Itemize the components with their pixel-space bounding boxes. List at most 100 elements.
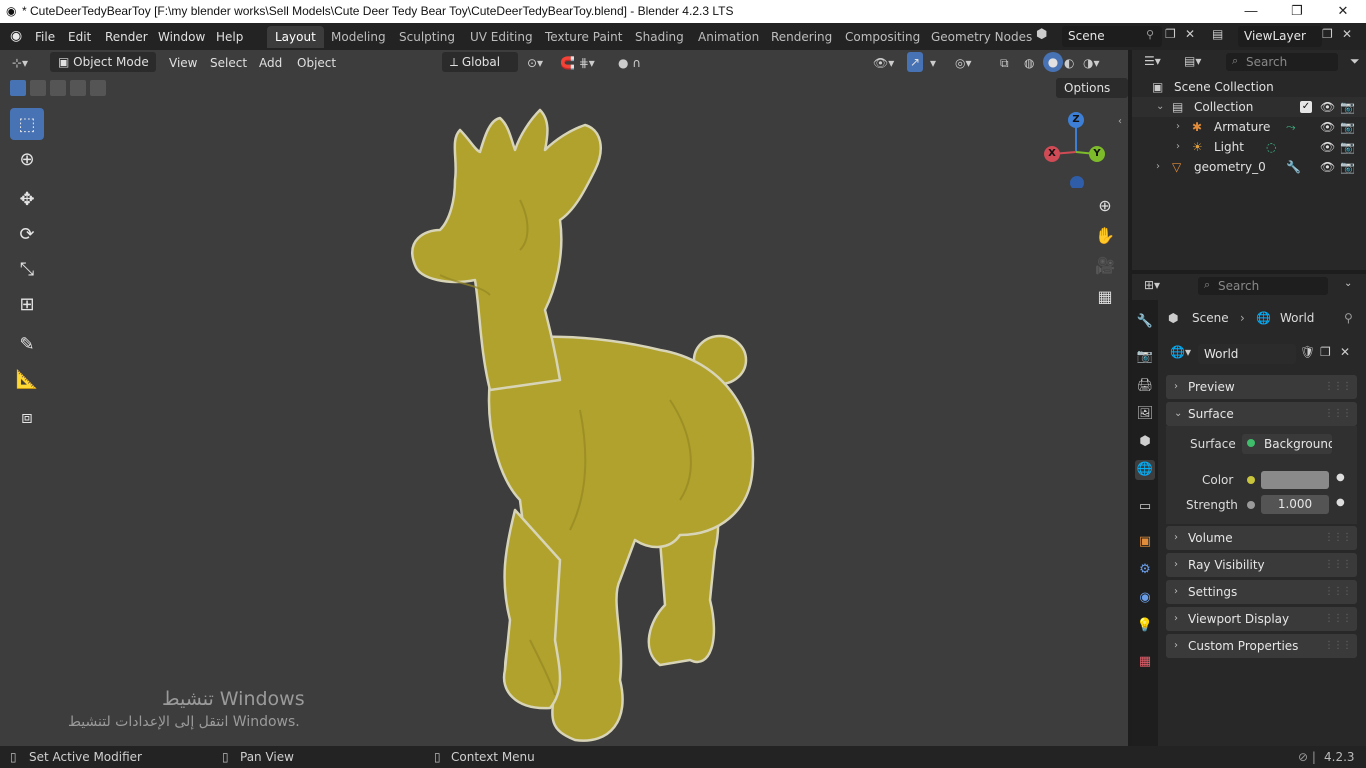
world-datablock-icon[interactable]: 🌐▾ (1170, 345, 1191, 359)
tab-rendering[interactable]: Rendering (763, 26, 840, 48)
viewlayer-selector[interactable]: ViewLayer (1238, 26, 1322, 47)
outliner-editor-icon[interactable]: ☰▾ (1144, 54, 1161, 68)
measure-tool-icon[interactable]: 📐 (10, 363, 44, 395)
panel-preview[interactable]: › Preview ⋮⋮⋮ (1166, 375, 1357, 399)
delete-scene-icon[interactable]: ✕ (1185, 27, 1195, 41)
cursor-tool-icon[interactable]: ⊕ (10, 143, 44, 175)
scale-tool-icon[interactable]: ⤡ (10, 253, 44, 285)
outliner-row-scene-collection[interactable]: ▣ Scene Collection (1132, 77, 1366, 97)
view-layer-tab-icon[interactable]: 🖼 (1135, 404, 1155, 424)
physics-tab-icon[interactable]: ◉ (1135, 588, 1155, 608)
world-name-field[interactable]: World (1198, 344, 1296, 364)
select-new-icon[interactable] (10, 80, 26, 96)
outliner-row-light[interactable]: › ☀ Light ◌ 👁 📷 (1132, 137, 1366, 157)
menu-file[interactable]: File (35, 28, 55, 46)
add-cube-tool-icon[interactable]: ⧈ (10, 401, 44, 433)
unlink-icon[interactable]: ✕ (1340, 345, 1350, 359)
scene-icon[interactable]: ⬢ (1036, 27, 1047, 42)
panel-ray-visibility[interactable]: › Ray Visibility ⋮⋮⋮ (1166, 553, 1357, 577)
outliner-row-collection[interactable]: ⌄ ▤ Collection ✓ 👁 📷 (1132, 97, 1366, 117)
pan-hand-icon[interactable]: ✋ (1091, 221, 1119, 249)
options-dropdown[interactable]: Options (1056, 78, 1129, 98)
material-shading-icon[interactable]: ◐ (1064, 54, 1074, 72)
surface-shader-field[interactable]: Background (1242, 434, 1332, 454)
overlay-icon[interactable]: ◎▾ (955, 54, 972, 72)
snap-icon[interactable]: 🧲 ⋕▾ (560, 54, 595, 72)
tab-animation[interactable]: Animation (690, 26, 767, 48)
viewlayer-icon[interactable]: ▤ (1212, 27, 1223, 41)
menu-window[interactable]: Window (158, 28, 205, 46)
3d-viewport[interactable]: ⬚ ⊕ ✥ ⟳ ⤡ ⊞ ✎ 📐 ⧈ Z X Y ⊕ ✋ 🎥 ▦ ‹ تنشيط … (0, 50, 1128, 746)
outliner-row-armature[interactable]: › ✱ Armature ⤳ 👁 📷 (1132, 117, 1366, 137)
expand-chevron-icon[interactable]: › (1176, 117, 1180, 137)
menu-render[interactable]: Render (105, 28, 148, 46)
tab-modeling[interactable]: Modeling (323, 26, 394, 48)
drag-grip-icon[interactable]: ⋮⋮⋮ (1324, 526, 1352, 550)
viewport-menu-view[interactable]: View (169, 54, 197, 72)
tab-layout[interactable]: Layout (267, 26, 324, 48)
drag-grip-icon[interactable]: ⋮⋮⋮ (1324, 580, 1352, 604)
rendered-shading-icon[interactable]: ◑▾ (1083, 54, 1100, 72)
visibility-eye-icon[interactable]: 👁 (1320, 137, 1335, 157)
object-tab-icon[interactable]: ▣ (1135, 532, 1155, 552)
modifier-wrench-icon[interactable]: 🔧 (1286, 157, 1301, 177)
panel-custom-properties[interactable]: › Custom Properties ⋮⋮⋮ (1166, 634, 1357, 658)
color-swatch[interactable] (1261, 471, 1329, 489)
panel-surface[interactable]: ⌄ Surface ⋮⋮⋮ (1166, 402, 1357, 426)
output-tab-icon[interactable]: 🖨 (1135, 376, 1155, 396)
drag-grip-icon[interactable]: ⋮⋮⋮ (1324, 634, 1352, 658)
delete-viewlayer-icon[interactable]: ✕ (1342, 27, 1352, 41)
armature-data-icon[interactable]: ⤳ (1286, 117, 1296, 137)
collapse-chevron-icon[interactable]: ⌄ (1156, 97, 1164, 117)
panel-settings[interactable]: › Settings ⋮⋮⋮ (1166, 580, 1357, 604)
panel-volume[interactable]: › Volume ⋮⋮⋮ (1166, 526, 1357, 550)
gizmo-toggle-icon[interactable]: ↗ (907, 52, 924, 72)
render-tab-icon[interactable]: 📷 (1135, 347, 1155, 367)
keyframe-dot-icon[interactable]: ● (1336, 472, 1345, 483)
render-camera-icon[interactable]: 📷 (1340, 137, 1355, 157)
move-tool-icon[interactable]: ✥ (10, 183, 44, 215)
blender-menu-icon[interactable]: ◉ (10, 28, 22, 44)
display-mode-icon[interactable]: ▤▾ (1184, 54, 1201, 68)
tab-sculpting[interactable]: Sculpting (391, 26, 463, 48)
viewport-menu-select[interactable]: Select (210, 54, 247, 72)
light-data-icon[interactable]: ◌ (1266, 137, 1276, 157)
drag-grip-icon[interactable]: ⋮⋮⋮ (1324, 402, 1352, 426)
render-camera-icon[interactable]: 📷 (1340, 157, 1355, 177)
scene-tab-icon[interactable]: ⬢ (1135, 432, 1155, 452)
rotate-tool-icon[interactable]: ⟳ (10, 218, 44, 250)
select-intersect-icon[interactable] (90, 80, 106, 96)
tool-tab-icon[interactable]: 🔧 (1135, 312, 1155, 332)
duplicate-icon[interactable]: ❐ (1320, 345, 1331, 359)
new-viewlayer-icon[interactable]: ❐ (1322, 27, 1333, 41)
exclude-checkbox[interactable]: ✓ (1300, 101, 1312, 113)
outliner-row-geometry[interactable]: › ▽ geometry_0 🔧 👁 📷 (1132, 157, 1366, 177)
select-subtract-icon[interactable] (50, 80, 66, 96)
maximize-button[interactable]: ❐ (1274, 0, 1320, 23)
wireframe-shading-icon[interactable]: ◍ (1024, 54, 1034, 72)
solid-shading-icon[interactable]: ● (1043, 52, 1063, 72)
visibility-eye-icon[interactable]: 👁 (1320, 97, 1335, 117)
pin-icon[interactable]: ⚲ (1146, 28, 1154, 41)
pin-icon[interactable]: ⚲ (1344, 308, 1353, 328)
render-camera-icon[interactable]: 📷 (1340, 117, 1355, 137)
modifiers-tab-icon[interactable]: ⚙ (1135, 560, 1155, 580)
viewport-menu-add[interactable]: Add (259, 54, 282, 72)
annotate-tool-icon[interactable]: ✎ (10, 328, 44, 360)
fake-user-shield-icon[interactable]: 🛡 (1300, 345, 1315, 359)
minimize-button[interactable]: — (1228, 0, 1274, 23)
object-data-tab-icon[interactable]: 💡 (1135, 616, 1155, 636)
zoom-icon[interactable]: ⊕ (1091, 191, 1119, 219)
select-invert-icon[interactable] (70, 80, 86, 96)
close-button[interactable]: ✕ (1320, 0, 1366, 23)
strength-field[interactable]: 1.000 (1261, 495, 1329, 514)
keyframe-dot-icon[interactable]: ● (1336, 497, 1345, 508)
viewport-menu-object[interactable]: Object (297, 54, 336, 72)
visibility-eye-icon[interactable]: 👁 (1320, 157, 1335, 177)
visibility-eye-icon[interactable]: 👁 (1320, 117, 1335, 137)
xray-icon[interactable]: ⧉ (1000, 54, 1009, 72)
menu-edit[interactable]: Edit (68, 28, 91, 46)
editor-type-icon[interactable]: ⊹▾ (12, 54, 28, 72)
properties-search-input[interactable]: Search (1198, 277, 1328, 295)
render-camera-icon[interactable]: 📷 (1340, 97, 1355, 117)
